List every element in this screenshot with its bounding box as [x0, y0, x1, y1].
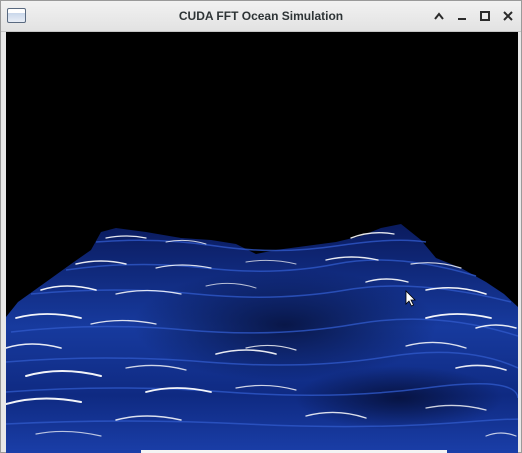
minimize-icon[interactable] — [454, 8, 470, 24]
app-window: CUDA FFT Ocean Simulation — [0, 0, 522, 453]
ocean-surface-render — [6, 224, 518, 453]
title-bar[interactable]: CUDA FFT Ocean Simulation — [1, 1, 521, 32]
ocean-render-canvas[interactable] — [6, 32, 518, 453]
maximize-icon[interactable] — [477, 8, 493, 24]
minimize-up-icon[interactable] — [431, 8, 447, 24]
close-icon[interactable] — [500, 8, 516, 24]
